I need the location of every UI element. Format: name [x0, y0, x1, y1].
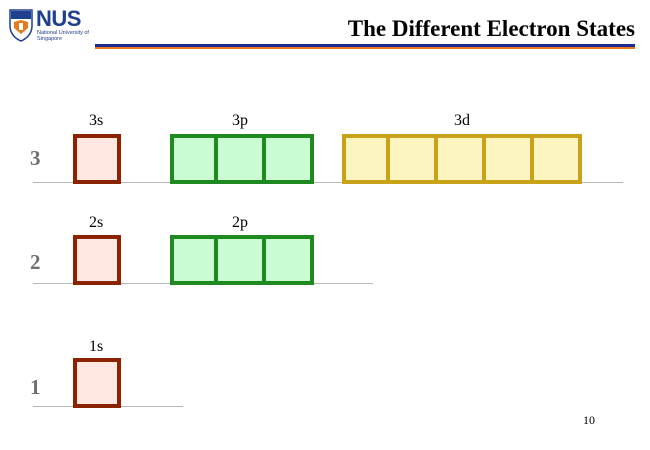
subshell-2s — [73, 235, 121, 285]
nus-shield-icon — [9, 9, 33, 42]
orbital-box — [486, 134, 534, 184]
orbital-box — [266, 235, 314, 285]
subshell-2p — [170, 235, 314, 285]
orbital-box — [390, 134, 438, 184]
orbital-box — [73, 235, 121, 285]
subshell-label-3s: 3s — [89, 112, 104, 129]
subshell-3s — [73, 134, 121, 184]
subshell-3p — [170, 134, 314, 184]
orbital-box — [342, 134, 390, 184]
orbital-box — [218, 134, 266, 184]
subshell-label-3p: 3p — [232, 112, 248, 129]
logo-subtext: National University of Singapore — [37, 30, 89, 42]
subshell-3d — [342, 134, 582, 184]
orbital-box — [534, 134, 582, 184]
title-accent-rule — [95, 47, 635, 49]
orbital-box — [218, 235, 266, 285]
level-1-number: 1 — [30, 375, 41, 399]
subshell-1s — [73, 358, 121, 408]
orbital-box — [170, 235, 218, 285]
slide-title: The Different Electron States — [347, 16, 635, 41]
subshell-label-3d: 3d — [454, 112, 470, 129]
orbital-box — [266, 134, 314, 184]
nus-logo: NUS National University of Singapore — [8, 6, 89, 48]
level-2-number: 2 — [30, 250, 41, 274]
subshell-label-2p: 2p — [232, 214, 248, 231]
orbital-box — [73, 134, 121, 184]
subshell-label-2s: 2s — [89, 214, 104, 231]
orbital-box — [170, 134, 218, 184]
orbital-box — [438, 134, 486, 184]
page-number: 10 — [583, 413, 595, 427]
subshell-label-1s: 1s — [89, 338, 104, 355]
level-3-number: 3 — [30, 146, 41, 170]
orbital-box — [73, 358, 121, 408]
logo-text: NUS — [36, 6, 81, 31]
